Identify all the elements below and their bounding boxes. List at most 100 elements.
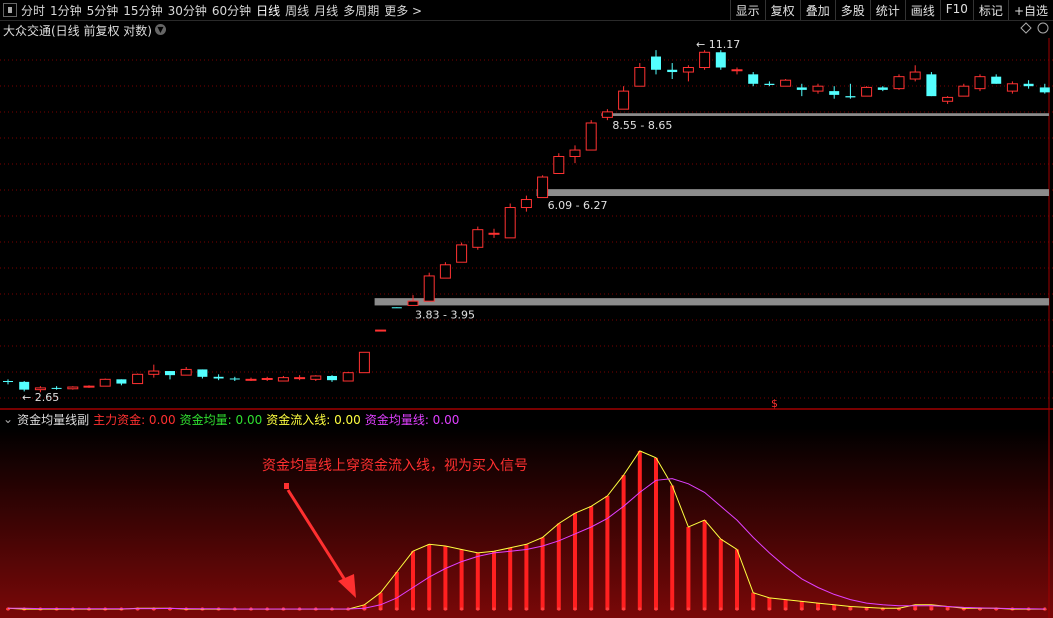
candle-body <box>116 379 127 384</box>
candle-body <box>1006 83 1018 92</box>
period-toolbar: 分时 1分钟 5分钟 15分钟 30分钟 60分钟 日线 周线 月线 多周期 更多 > 显示 复权 叠加… <box>0 0 1053 21</box>
indicator-bar <box>702 520 707 610</box>
tool-button-5[interactable]: 画线 <box>904 0 940 20</box>
period-tab-7[interactable]: 周线 <box>285 2 309 19</box>
indicator-dot <box>638 607 642 611</box>
candle-body <box>342 372 354 382</box>
candle-body <box>180 368 192 376</box>
candle-body <box>569 149 581 158</box>
tool-button-6[interactable]: F10 <box>939 0 973 20</box>
tool-button-0[interactable]: 显示 <box>729 0 765 20</box>
candle-body <box>877 87 888 90</box>
period-tab-8[interactable]: 月线 <box>314 2 338 19</box>
candle-body <box>1039 87 1050 93</box>
candle-body <box>504 207 516 239</box>
indicator-dot <box>460 607 464 611</box>
candle-body <box>3 381 13 383</box>
candle-body <box>845 96 856 98</box>
period-tab-10[interactable]: 更多 > <box>384 2 422 19</box>
indicator-bar <box>605 495 610 610</box>
candle-body <box>229 378 240 380</box>
indicator-bar <box>621 475 626 610</box>
tool-button-8[interactable]: +自选 <box>1007 0 1053 20</box>
indicator-dot <box>508 607 512 611</box>
candle-body <box>439 264 451 279</box>
candle-body <box>731 69 743 72</box>
indicator-bar <box>394 571 399 610</box>
indicator-dot <box>751 607 755 611</box>
indicator-chart[interactable] <box>0 410 1053 618</box>
candle-body <box>1023 83 1034 87</box>
tool-button-2[interactable]: 叠加 <box>799 0 835 20</box>
period-tab-5[interactable]: 60分钟 <box>212 2 251 19</box>
candle-body <box>67 386 79 390</box>
candle-body <box>651 56 661 70</box>
tool-button-7[interactable]: 标记 <box>972 0 1008 20</box>
candle-body <box>748 74 759 84</box>
candle-body <box>553 156 565 174</box>
price-high-label: ← 11.17 <box>696 38 740 51</box>
signal-marker: $ <box>771 397 778 410</box>
candle-body <box>213 376 224 379</box>
candle-body <box>958 85 970 97</box>
support-band <box>374 298 1050 306</box>
candle-body <box>34 387 46 391</box>
candle-body <box>942 96 954 102</box>
indicator-dot <box>670 607 674 611</box>
candle-body <box>764 83 775 85</box>
period-tab-2[interactable]: 5分钟 <box>87 2 119 19</box>
candle-body <box>358 351 370 374</box>
kline-chart[interactable]: ← 2.65 ← 11.17 3.83 - 3.95 6.09 - 6.27 8.55 … <box>0 20 1053 410</box>
period-tab-0[interactable]: 分时 <box>21 2 45 19</box>
period-tab-1[interactable]: 1分钟 <box>50 2 82 19</box>
candle-body <box>991 76 1002 84</box>
candle-body <box>926 74 937 97</box>
candle-body <box>715 52 726 68</box>
period-tab-9[interactable]: 多周期 <box>343 2 379 19</box>
candle-body <box>618 90 630 110</box>
candle-body <box>375 329 387 332</box>
band-label: 3.83 - 3.95 <box>415 308 475 321</box>
candle-body <box>667 69 678 73</box>
candle-body <box>19 381 30 390</box>
tool-button-4[interactable]: 统计 <box>869 0 905 20</box>
candle-body <box>699 51 711 69</box>
arrow-tail <box>284 483 289 489</box>
indicator-dot <box>703 607 707 611</box>
chevron-down-icon[interactable]: ▼ <box>155 24 166 35</box>
candle-body <box>456 244 468 263</box>
candle-body <box>909 71 921 80</box>
indicator-bar <box>540 537 545 610</box>
candle-body <box>634 67 646 87</box>
panel-icon <box>8 7 12 13</box>
tool-buttons: 显示 复权 叠加 多股 统计 画线 F10 标记 +自选 <box>729 0 1053 20</box>
indicator-dot <box>476 607 480 611</box>
indicator-bar <box>556 523 561 610</box>
sidebar-toggle-button[interactable] <box>3 3 17 17</box>
signal-annotation: 资金均量线上穿资金流入线，视为买入信号 <box>262 458 528 474</box>
period-tabs: 分时 1分钟 5分钟 15分钟 30分钟 60分钟 日线 周线 月线 多周期 更多 > <box>0 0 427 20</box>
period-tab-4[interactable]: 30分钟 <box>168 2 207 19</box>
tool-button-1[interactable]: 复权 <box>764 0 800 20</box>
candle-body <box>51 387 62 389</box>
indicator-dot <box>800 607 804 611</box>
candle-body <box>423 275 435 302</box>
indicator-bar <box>475 552 480 610</box>
period-tab-3[interactable]: 15分钟 <box>123 2 162 19</box>
stock-title: 大众交通(日线 前复权 对数) <box>3 24 152 38</box>
indicator-dot <box>589 607 593 611</box>
indicator-dot <box>573 607 577 611</box>
indicator-bar <box>670 485 675 610</box>
period-tab-6[interactable]: 日线 <box>256 2 280 19</box>
chart-titlebar: 大众交通(日线 前复权 对数) ▼ <box>0 20 1053 38</box>
indicator-dot <box>913 607 917 611</box>
indicator-dot <box>427 607 431 611</box>
candle-body <box>601 111 613 118</box>
indicator-dot <box>492 607 496 611</box>
indicator-dot <box>848 607 853 611</box>
candle-body <box>537 176 549 199</box>
indicator-bar <box>459 549 464 610</box>
candle-body <box>585 122 597 151</box>
tool-button-3[interactable]: 多股 <box>834 0 870 20</box>
candle-body <box>974 76 986 90</box>
